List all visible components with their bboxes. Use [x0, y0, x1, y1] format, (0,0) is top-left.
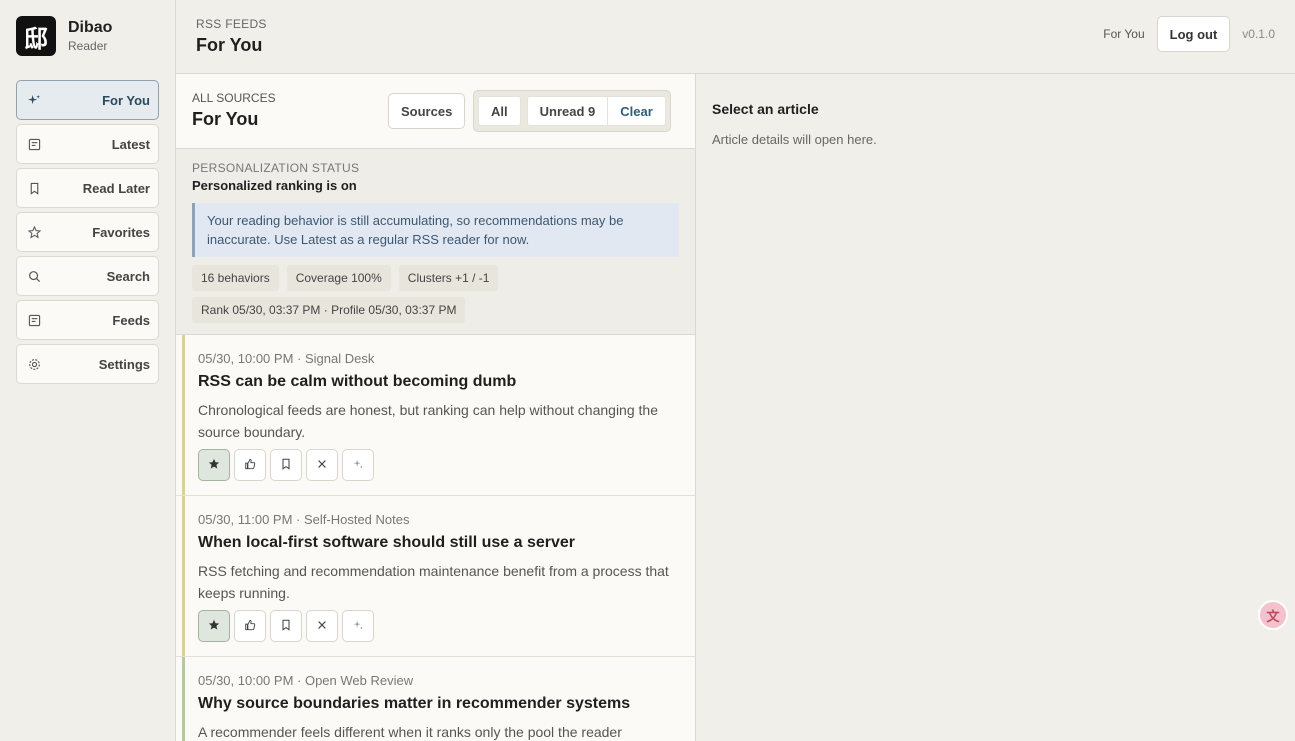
dismiss-button[interactable] — [306, 449, 338, 481]
article-item[interactable]: 05/30, 10:00 PM · Open Web Review Why so… — [176, 657, 695, 741]
nav-item-for-you[interactable]: For You — [16, 80, 159, 120]
nav-label: Read Later — [82, 180, 150, 196]
close-icon — [316, 619, 328, 634]
sidebar: 邸 Dibao Reader For You Latest Read Later — [0, 0, 176, 741]
header-actions: For You Log out v0.1.0 — [1103, 16, 1275, 52]
article-summary: Chronological feeds are honest, but rank… — [198, 402, 658, 440]
article-indicator — [182, 657, 185, 741]
thumbs-up-icon — [244, 458, 256, 473]
nav-label: Latest — [111, 136, 150, 152]
detail-subtitle: Article details will open here. — [712, 132, 877, 147]
list-icon — [27, 137, 41, 151]
logout-button[interactable]: Log out — [1156, 16, 1231, 52]
nav-label: Favorites — [92, 224, 150, 240]
nav-label: Feeds — [112, 312, 150, 328]
filter-all-button[interactable]: All — [478, 96, 521, 126]
nav-item-feeds[interactable]: Feeds — [16, 300, 159, 340]
bookmark-icon — [280, 458, 292, 473]
feed-eyebrow: ALL SOURCES — [192, 91, 276, 105]
article-meta: 05/30, 10:00 PM · Open Web Review — [198, 673, 414, 688]
article-summary: A recommender feels different when it ra… — [198, 724, 622, 740]
close-icon — [316, 458, 328, 473]
filter-group: All Unread 9 Clear — [473, 90, 671, 132]
status-notice: Your reading behavior is still accumulat… — [192, 203, 679, 257]
like-button[interactable] — [234, 449, 266, 481]
nav-label: Search — [106, 268, 150, 284]
star-icon — [27, 225, 41, 239]
like-button[interactable] — [234, 610, 266, 642]
status-chip-rank: Rank 05/30, 03:37 PM · Profile 05/30, 03… — [192, 297, 466, 323]
star-icon — [208, 619, 220, 634]
nav-item-read-later[interactable]: Read Later — [16, 168, 159, 208]
read-later-button[interactable] — [270, 610, 302, 642]
favorite-button[interactable] — [198, 449, 230, 481]
brand-name: Dibao — [68, 19, 113, 36]
app-logo: 邸 — [16, 16, 56, 56]
sources-button[interactable]: Sources — [388, 93, 466, 129]
brand-text: Dibao Reader — [68, 18, 112, 54]
star-icon — [208, 458, 220, 473]
article-summary: RSS fetching and recommendation maintena… — [198, 563, 669, 601]
nav-item-favorites[interactable]: Favorites — [16, 212, 159, 252]
read-later-button[interactable] — [270, 449, 302, 481]
main-nav: For You Latest Read Later Favorites Sear… — [16, 80, 159, 388]
filter-unread-button[interactable]: Unread 9 — [526, 96, 609, 126]
status-title: Personalized ranking is on — [192, 178, 357, 193]
favorite-button[interactable] — [198, 610, 230, 642]
recommend-more-button[interactable] — [342, 449, 374, 481]
article-title[interactable]: When local-first software should still u… — [198, 534, 679, 552]
brand-subtitle: Reader — [68, 39, 108, 53]
article-detail-panel: Select an article Article details will o… — [697, 74, 1295, 741]
list-icon — [27, 313, 41, 327]
article-actions — [198, 610, 679, 642]
status-chip-behaviors: 16 behaviors — [192, 265, 279, 291]
bookmark-icon — [280, 619, 292, 634]
feed-header: ALL SOURCES For You Sources All Unread 9… — [176, 74, 695, 149]
article-indicator — [182, 496, 185, 656]
search-icon — [27, 269, 41, 283]
nav-label: Settings — [98, 356, 150, 372]
article-meta: 05/30, 11:00 PM · Self-Hosted Notes — [198, 512, 410, 527]
brand[interactable]: 邸 Dibao Reader — [16, 16, 112, 56]
nav-item-search[interactable]: Search — [16, 256, 159, 296]
nav-item-latest[interactable]: Latest — [16, 124, 159, 164]
feed-title: For You — [192, 109, 259, 129]
sparkle-icon — [27, 93, 41, 107]
top-header: RSS FEEDS For You For You Log out v0.1.0 — [176, 0, 1295, 74]
version-label: v0.1.0 — [1242, 27, 1275, 41]
article-actions — [198, 449, 679, 481]
recommend-more-button[interactable] — [342, 610, 374, 642]
header-eyebrow: RSS FEEDS — [196, 17, 267, 31]
article-item[interactable]: 05/30, 10:00 PM · Signal Desk RSS can be… — [176, 335, 695, 496]
article-meta: 05/30, 10:00 PM · Signal Desk — [198, 351, 375, 366]
nav-item-settings[interactable]: Settings — [16, 344, 159, 384]
status-chips: 16 behaviors Coverage 100% Clusters +1 /… — [192, 265, 679, 329]
status-chip-coverage: Coverage 100% — [286, 265, 391, 291]
translate-icon[interactable]: 文 — [1258, 600, 1288, 630]
current-view-link[interactable]: For You — [1103, 27, 1144, 41]
clear-filter-button[interactable]: Clear — [608, 96, 666, 126]
sparkle-icon — [352, 458, 364, 473]
nav-label: For You — [102, 92, 150, 108]
gear-icon — [27, 357, 41, 371]
thumbs-up-icon — [244, 619, 256, 634]
bookmark-icon — [27, 181, 41, 195]
page-title: For You — [196, 35, 263, 55]
dismiss-button[interactable] — [306, 610, 338, 642]
detail-title: Select an article — [712, 101, 819, 117]
article-title[interactable]: RSS can be calm without becoming dumb — [198, 373, 679, 391]
status-eyebrow: PERSONALIZATION STATUS — [192, 161, 360, 175]
article-indicator — [182, 335, 185, 495]
status-chip-clusters: Clusters +1 / -1 — [398, 265, 499, 291]
article-title[interactable]: Why source boundaries matter in recommen… — [198, 695, 679, 713]
personalization-status: PERSONALIZATION STATUS Personalized rank… — [176, 149, 695, 335]
sparkle-icon — [352, 619, 364, 634]
feed-list-panel: ALL SOURCES For You Sources All Unread 9… — [176, 74, 696, 741]
article-item[interactable]: 05/30, 11:00 PM · Self-Hosted Notes When… — [176, 496, 695, 657]
